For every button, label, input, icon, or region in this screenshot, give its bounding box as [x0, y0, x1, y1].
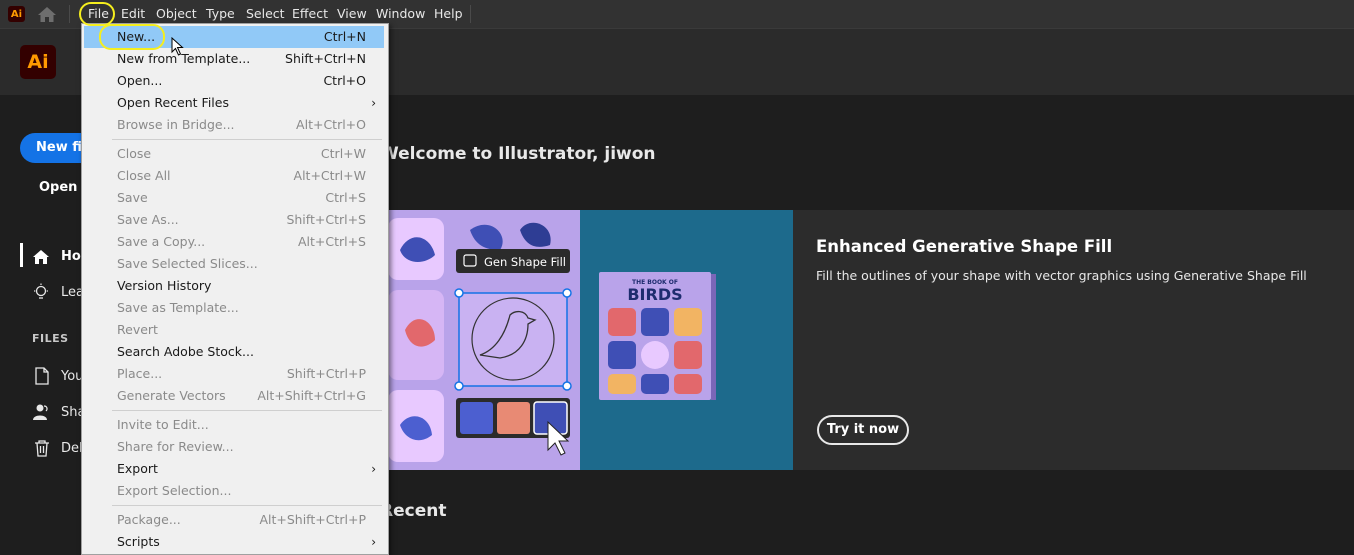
menu-object[interactable]: Object: [154, 5, 199, 23]
menu-item-label: Save As...: [117, 212, 179, 227]
menu-item-export[interactable]: Export ›: [84, 458, 384, 480]
menu-item-save-as[interactable]: Save As... Shift+Ctrl+S: [84, 209, 384, 231]
recent-heading: Recent: [380, 501, 447, 521]
menu-type[interactable]: Type: [204, 5, 237, 23]
menu-item-shortcut: Ctrl+W: [320, 146, 366, 161]
try-it-now-button[interactable]: Try it now: [817, 415, 909, 445]
menu-item-label: Scripts: [117, 534, 160, 549]
menu-item-label: Revert: [117, 322, 158, 337]
menu-item-shortcut: Alt+Ctrl+S: [297, 234, 366, 249]
menu-item-save-selected-slices[interactable]: Save Selected Slices...: [84, 253, 384, 275]
gen-shape-fill-label: Gen Shape Fill: [484, 255, 566, 269]
menu-item-revert[interactable]: Revert: [84, 319, 384, 341]
menu-separator: [69, 5, 70, 23]
menu-item-save-a-copy[interactable]: Save a Copy... Alt+Ctrl+S: [84, 231, 384, 253]
menu-item-shortcut: Ctrl+O: [323, 73, 366, 88]
menu-item-label: Save Selected Slices...: [117, 256, 258, 271]
menu-item-label: Open...: [117, 73, 163, 88]
menu-item-version-history[interactable]: Version History: [84, 275, 384, 297]
open-button[interactable]: Open: [39, 180, 77, 195]
menu-separator: [470, 5, 471, 23]
menu-view[interactable]: View: [335, 5, 369, 23]
banner-description: Fill the outlines of your shape with vec…: [816, 268, 1307, 283]
menu-item-label: Browse in Bridge...: [117, 117, 235, 132]
menu-item-label: Place...: [117, 366, 163, 381]
menu-item-label: Close All: [117, 168, 171, 183]
menu-separator: [112, 505, 382, 506]
menu-item-label: Save as Template...: [117, 300, 239, 315]
menu-item-open[interactable]: Open... Ctrl+O: [84, 70, 384, 92]
annotation-highlight-file: [79, 2, 115, 26]
menu-item-shortcut: Shift+Ctrl+S: [286, 212, 366, 227]
submenu-arrow-icon: ›: [371, 462, 376, 476]
menu-item-label: Search Adobe Stock...: [117, 344, 254, 359]
menu-item-shortcut: Alt+Ctrl+W: [293, 168, 366, 183]
home-icon: [33, 250, 49, 264]
menu-item-shortcut: Ctrl+S: [325, 190, 366, 205]
menu-item-save-as-template[interactable]: Save as Template...: [84, 297, 384, 319]
menu-item-package[interactable]: Package... Alt+Shift+Ctrl+P: [84, 509, 384, 531]
menu-item-shortcut: Alt+Shift+Ctrl+G: [257, 388, 366, 403]
menu-item-shortcut: Ctrl+N: [323, 29, 366, 44]
menu-separator: [112, 139, 382, 140]
menu-item-label: Package...: [117, 512, 181, 527]
menu-item-label: Close: [117, 146, 152, 161]
submenu-arrow-icon: ›: [371, 535, 376, 549]
files-heading: FILES: [32, 332, 69, 345]
lightbulb-icon: [34, 283, 48, 299]
menu-separator: [112, 410, 382, 411]
menu-item-export-selection[interactable]: Export Selection...: [84, 480, 384, 502]
menu-item-save[interactable]: Save Ctrl+S: [84, 187, 384, 209]
submenu-arrow-icon: ›: [371, 96, 376, 110]
menu-item-label: Invite to Edit...: [117, 417, 209, 432]
menu-item-shortcut: Shift+Ctrl+P: [286, 366, 366, 381]
menu-item-new-from-template[interactable]: New from Template... Shift+Ctrl+N: [84, 48, 384, 70]
nav-active-indicator: [20, 243, 23, 267]
file-menu-dropdown: New... Ctrl+N New from Template... Shift+Ct…: [81, 23, 389, 555]
illustrator-logo: Ai: [20, 45, 56, 79]
menu-item-shortcut: Shift+Ctrl+N: [285, 51, 366, 66]
mouse-cursor-icon: [171, 37, 184, 56]
menu-item-label: Save a Copy...: [117, 234, 206, 249]
menu-item-generate-vectors[interactable]: Generate Vectors Alt+Shift+Ctrl+G: [84, 385, 384, 407]
menu-item-place[interactable]: Place... Shift+Ctrl+P: [84, 363, 384, 385]
menu-window[interactable]: Window: [374, 5, 427, 23]
menu-item-label: Version History: [117, 278, 212, 293]
menu-item-label: Open Recent Files: [117, 95, 229, 110]
home-icon[interactable]: [37, 6, 57, 23]
welcome-heading: Welcome to Illustrator, jiwon: [380, 144, 656, 164]
menu-item-close[interactable]: Close Ctrl+W: [84, 143, 384, 165]
menu-item-close-all[interactable]: Close All Alt+Ctrl+W: [84, 165, 384, 187]
illustrator-app-icon[interactable]: Ai: [8, 6, 25, 22]
gen-shape-fill-chip: Gen Shape Fill: [456, 249, 570, 273]
menu-item-browse-in-bridge[interactable]: Browse in Bridge... Alt+Ctrl+O: [84, 114, 384, 136]
banner-title: Enhanced Generative Shape Fill: [816, 237, 1113, 256]
menu-item-open-recent-files[interactable]: Open Recent Files ›: [84, 92, 384, 114]
menu-select[interactable]: Select: [244, 5, 287, 23]
menu-edit[interactable]: Edit: [119, 5, 147, 23]
annotation-highlight-new: [99, 24, 165, 50]
trash-icon: [35, 440, 49, 457]
menu-help[interactable]: Help: [432, 5, 465, 23]
menu-item-scripts[interactable]: Scripts ›: [84, 531, 384, 553]
menu-item-label: Share for Review...: [117, 439, 234, 454]
user-icon: [33, 404, 48, 420]
banner-illustration: Gen Shape Fill THE BOOK OF BIRDS: [380, 210, 793, 470]
menu-item-label: Export: [117, 461, 158, 476]
menu-effect[interactable]: Effect: [290, 5, 330, 23]
document-icon: [35, 367, 49, 385]
menu-item-search-adobe-stock[interactable]: Search Adobe Stock...: [84, 341, 384, 363]
menu-item-invite-to-edit[interactable]: Invite to Edit...: [84, 414, 384, 436]
menu-item-label: Generate Vectors: [117, 388, 226, 403]
book-title-large: BIRDS: [627, 285, 682, 304]
menu-item-shortcut: Alt+Ctrl+O: [296, 117, 366, 132]
menu-item-share-for-review[interactable]: Share for Review...: [84, 436, 384, 458]
menu-item-label: Save: [117, 190, 148, 205]
menu-item-label: Export Selection...: [117, 483, 232, 498]
menu-item-shortcut: Alt+Shift+Ctrl+P: [259, 512, 366, 527]
promo-banner: Gen Shape Fill THE BOOK OF BIRDS Enhance…: [380, 210, 1354, 470]
